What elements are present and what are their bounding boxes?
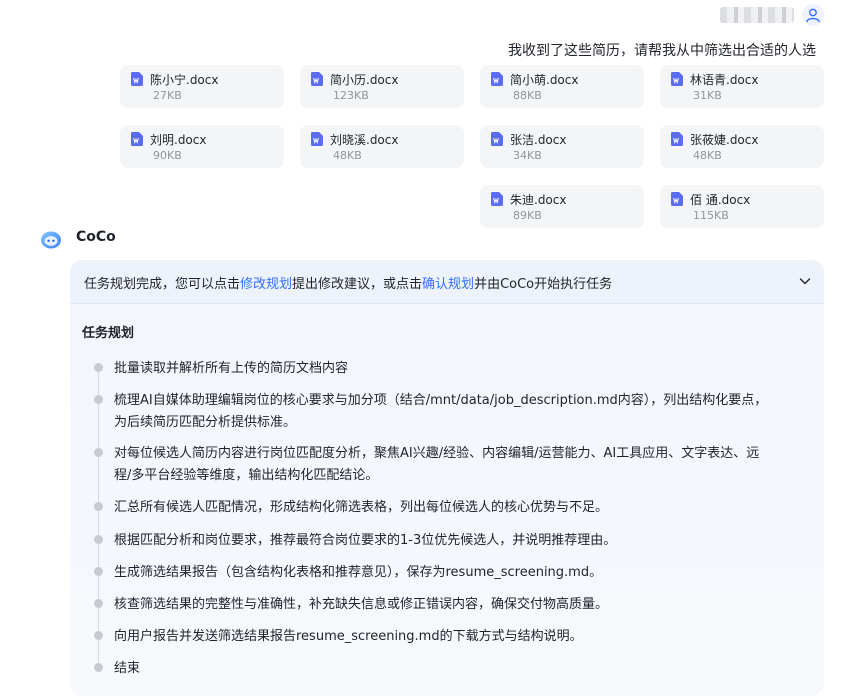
user-icon[interactable]: [802, 4, 824, 26]
file-name: 陈小宁.docx: [150, 73, 219, 87]
word-doc-icon: [491, 192, 503, 206]
banner-text-part1: 任务规划完成，您可以点击: [84, 277, 241, 292]
file-size: 48KB: [693, 149, 722, 162]
step-dot: [94, 395, 103, 404]
word-doc-icon: [311, 72, 323, 86]
user-message: 我收到了这些简历，请帮我从中筛选出合适的人选: [508, 43, 816, 59]
chevron-down-icon[interactable]: [799, 276, 811, 286]
file-card[interactable]: 简小历.docx 123KB: [300, 65, 464, 108]
file-size: 31KB: [693, 89, 722, 102]
word-doc-icon: [491, 72, 503, 86]
bot-name: CoCo: [76, 229, 116, 245]
file-name: 简小萌.docx: [510, 73, 579, 87]
file-name: 刘明.docx: [150, 133, 207, 147]
file-card[interactable]: 张洁.docx 34KB: [480, 125, 644, 168]
word-doc-icon: [131, 132, 143, 146]
step-dot: [94, 663, 103, 672]
file-card[interactable]: 林语青.docx 31KB: [660, 65, 824, 108]
step-text: 梳理AI自媒体助理编辑岗位的核心要求与加分项（结合/mnt/data/job_d…: [114, 393, 768, 430]
coco-avatar-icon: [41, 231, 61, 249]
file-name: 林语青.docx: [690, 73, 759, 87]
step-dot: [94, 631, 103, 640]
top-bar: [0, 0, 857, 30]
step-text: 根据匹配分析和岗位要求，推荐最符合岗位要求的1-3位优先候选人，并说明推荐理由。: [114, 533, 617, 548]
file-name: 佰 通.docx: [690, 193, 751, 207]
file-size: 123KB: [333, 89, 369, 102]
word-doc-icon: [671, 132, 683, 146]
plan-title: 任务规划: [82, 326, 135, 341]
file-size: 90KB: [153, 149, 182, 162]
task-plan-card: 任务规划完成，您可以点击修改规划提出修改建议，或点击确认规划并由CoCo开始执行…: [70, 260, 824, 696]
step-text: 结束: [114, 661, 141, 676]
step-text: 对每位候选人简历内容进行岗位匹配度分析，聚焦AI兴趣/经验、内容编辑/运营能力、…: [114, 446, 760, 483]
step-dot: [94, 535, 103, 544]
step-dot: [94, 502, 103, 511]
file-name: 张洁.docx: [510, 133, 567, 147]
step-text: 向用户报告并发送筛选结果报告resume_screening.md的下载方式与结…: [114, 629, 583, 644]
file-card[interactable]: 朱迪.docx 89KB: [480, 185, 644, 228]
file-name: 朱迪.docx: [510, 193, 567, 207]
file-size: 27KB: [153, 89, 182, 102]
file-size: 89KB: [513, 209, 542, 222]
banner-text: 任务规划完成，您可以点击修改规划提出修改建议，或点击确认规划并由CoCo开始执行…: [84, 273, 612, 292]
file-name: 简小历.docx: [330, 73, 399, 87]
file-card[interactable]: 陈小宁.docx 27KB: [120, 65, 284, 108]
file-card[interactable]: 佰 通.docx 115KB: [660, 185, 824, 228]
confirm-plan-link[interactable]: 确认规划: [422, 277, 474, 292]
step-text: 核查筛选结果的完整性与准确性，补充缺失信息或修正错误内容，确保交付物高质量。: [114, 597, 609, 612]
file-card[interactable]: 刘晓溪.docx 48KB: [300, 125, 464, 168]
file-size: 48KB: [333, 149, 362, 162]
step-dot: [94, 363, 103, 372]
step-dot: [94, 567, 103, 576]
file-card[interactable]: 张莜婕.docx 48KB: [660, 125, 824, 168]
timeline-line: [98, 368, 99, 670]
word-doc-icon: [131, 72, 143, 86]
plan-banner[interactable]: 任务规划完成，您可以点击修改规划提出修改建议，或点击确认规划并由CoCo开始执行…: [70, 260, 824, 304]
step-text: 生成筛选结果报告（包含结构化表格和推荐意见），保存为resume_screeni…: [114, 565, 603, 580]
file-card[interactable]: 简小萌.docx 88KB: [480, 65, 644, 108]
step-text: 汇总所有候选人匹配情况，形成结构化筛选表格，列出每位候选人的核心优势与不足。: [114, 500, 609, 515]
step-text: 批量读取并解析所有上传的简历文档内容: [114, 361, 349, 376]
step-dot: [94, 599, 103, 608]
file-size: 115KB: [693, 209, 729, 222]
file-size: 34KB: [513, 149, 542, 162]
file-card[interactable]: 刘明.docx 90KB: [120, 125, 284, 168]
word-doc-icon: [311, 132, 323, 146]
file-name: 刘晓溪.docx: [330, 133, 399, 147]
file-size: 88KB: [513, 89, 542, 102]
word-doc-icon: [671, 192, 683, 206]
file-name: 张莜婕.docx: [690, 133, 759, 147]
banner-text-part3: 并由CoCo开始执行任务: [474, 277, 613, 292]
blurred-username: [720, 7, 794, 23]
step-dot: [94, 448, 103, 457]
banner-text-part2: 提出修改建议，或点击: [292, 277, 423, 292]
modify-plan-link[interactable]: 修改规划: [240, 277, 292, 292]
word-doc-icon: [671, 72, 683, 86]
word-doc-icon: [491, 132, 503, 146]
